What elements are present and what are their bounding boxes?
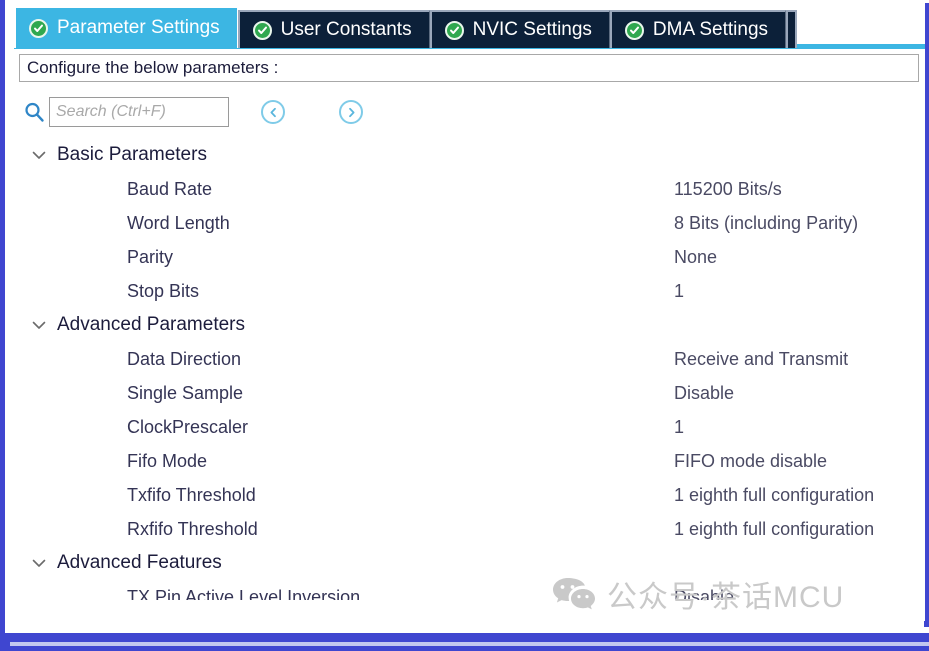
check-circle-icon — [624, 20, 644, 40]
param-value[interactable]: 1 eighth full configuration — [674, 519, 874, 540]
param-value[interactable]: Receive and Transmit — [674, 349, 848, 370]
table-row[interactable]: Txfifo Threshold 1 eighth full configura… — [19, 478, 917, 512]
check-circle-icon — [29, 18, 48, 38]
check-circle-icon — [444, 20, 464, 40]
table-row[interactable]: TX Pin Active Level Inversion Disable — [19, 580, 917, 601]
table-row[interactable]: Stop Bits 1 — [19, 274, 917, 308]
search-next-button[interactable] — [339, 100, 363, 124]
tab-label: NVIC Settings — [472, 19, 592, 40]
chevron-down-icon[interactable] — [29, 315, 49, 335]
tree-group-basic-parameters[interactable]: Basic Parameters — [19, 138, 917, 172]
check-circle-icon — [252, 20, 272, 40]
param-name: Stop Bits — [127, 280, 200, 301]
table-row[interactable]: Fifo Mode FIFO mode disable — [19, 444, 917, 478]
configure-parameters-text: Configure the below parameters : — [27, 58, 279, 77]
param-value[interactable]: FIFO mode disable — [674, 451, 827, 472]
param-value[interactable]: 115200 Bits/s — [674, 179, 782, 200]
table-row[interactable]: Parity None — [19, 240, 917, 274]
tab-overflow-partial[interactable] — [786, 10, 798, 48]
table-row[interactable]: ClockPrescaler 1 — [19, 410, 917, 444]
chevron-down-icon[interactable] — [29, 553, 49, 573]
param-name: Fifo Mode — [127, 450, 208, 471]
tab-user-constants[interactable]: User Constants — [237, 10, 430, 48]
tree-group-advanced-parameters[interactable]: Advanced Parameters — [19, 308, 917, 342]
tab-label: DMA Settings — [652, 19, 769, 40]
tab-dma-settings[interactable]: DMA Settings — [609, 10, 787, 48]
application-window: Parameter Settings User Constants NVIC S… — [0, 0, 929, 651]
tab-label: Parameter Settings — [57, 17, 220, 38]
tree-group-advanced-features[interactable]: Advanced Features — [19, 546, 917, 580]
param-name: Rxfifo Threshold — [127, 518, 258, 539]
parameter-tree[interactable]: Basic Parameters Baud Rate 115200 Bits/s… — [19, 138, 917, 600]
param-name: Word Length — [127, 212, 230, 233]
search-previous-button[interactable] — [261, 100, 285, 124]
param-name: Txfifo Threshold — [127, 484, 256, 505]
param-name: Single Sample — [127, 382, 244, 403]
param-name: TX Pin Active Level Inversion — [127, 586, 361, 601]
window-bottom-inner-border — [10, 642, 929, 646]
table-row[interactable]: Word Length 8 Bits (including Parity) — [19, 206, 917, 240]
search-row — [23, 96, 363, 128]
param-value[interactable]: 8 Bits (including Parity) — [674, 213, 858, 234]
search-input[interactable] — [49, 97, 229, 127]
table-row[interactable]: Data Direction Receive and Transmit — [19, 342, 917, 376]
tab-bar: Parameter Settings User Constants NVIC S… — [14, 6, 925, 48]
table-row[interactable]: Baud Rate 115200 Bits/s — [19, 172, 917, 206]
param-name: Baud Rate — [127, 178, 213, 199]
param-name: Parity — [127, 246, 174, 267]
param-name: Data Direction — [127, 348, 242, 369]
table-row[interactable]: Rxfifo Threshold 1 eighth full configura… — [19, 512, 917, 546]
param-value[interactable]: Disable — [674, 587, 734, 601]
param-value[interactable]: 1 — [674, 417, 684, 438]
tab-nvic-settings[interactable]: NVIC Settings — [429, 10, 610, 48]
configure-parameters-label: Configure the below parameters : — [19, 54, 919, 82]
chevron-down-icon[interactable] — [29, 145, 49, 165]
tree-group-label: Advanced Parameters — [57, 314, 245, 335]
param-value[interactable]: None — [674, 247, 717, 268]
tree-group-label: Advanced Features — [57, 552, 222, 573]
param-value[interactable]: Disable — [674, 383, 734, 404]
tab-label: User Constants — [280, 19, 412, 40]
param-value[interactable]: 1 — [674, 281, 684, 302]
tree-group-label: Basic Parameters — [57, 144, 207, 165]
table-row[interactable]: Single Sample Disable — [19, 376, 917, 410]
window-bottom-border — [5, 627, 929, 651]
param-name: ClockPrescaler — [127, 416, 249, 437]
search-icon[interactable] — [23, 101, 45, 123]
param-value[interactable]: 1 eighth full configuration — [674, 485, 874, 506]
tab-parameter-settings[interactable]: Parameter Settings — [14, 6, 238, 48]
